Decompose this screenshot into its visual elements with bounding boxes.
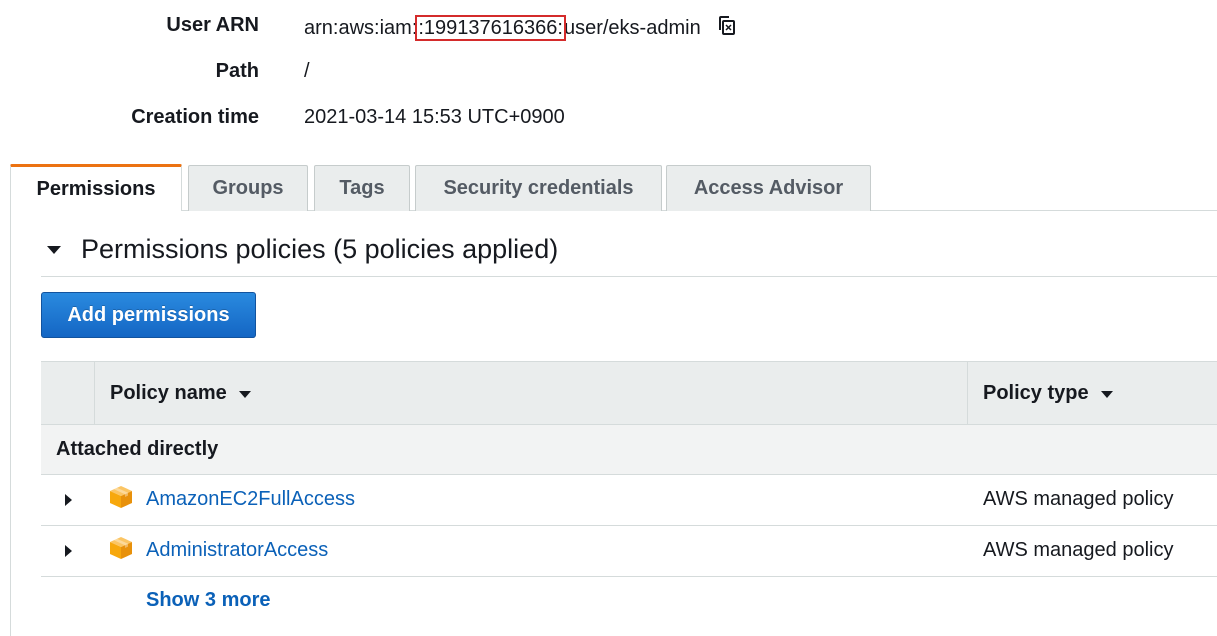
table-header: Policy name Policy type	[41, 361, 1217, 425]
creation-time-row: Creation time 2021-03-14 15:53 UTC+0900	[0, 106, 1217, 136]
aws-policy-box-icon	[108, 535, 134, 561]
policy-link[interactable]: AdministratorAccess	[146, 539, 328, 562]
account-id-highlight: :199137616366:	[415, 15, 566, 41]
copy-icon[interactable]	[715, 14, 739, 38]
creation-time-label: Creation time	[131, 106, 259, 128]
column-header-policy-name[interactable]: Policy name	[110, 362, 251, 424]
column-label: Policy name	[110, 381, 227, 404]
tab-tags[interactable]: Tags	[314, 165, 410, 211]
policy-type: AWS managed policy	[983, 539, 1174, 561]
panel-border	[10, 211, 11, 636]
sort-caret-icon	[1100, 391, 1113, 398]
aws-policy-box-icon	[108, 484, 134, 510]
creation-time-value: 2021-03-14 15:53 UTC+0900	[304, 106, 565, 128]
column-label: Policy type	[983, 381, 1089, 404]
user-arn-label: User ARN	[166, 14, 259, 36]
user-arn-prefix: arn:aws:iam:	[304, 17, 418, 39]
user-arn-value: arn:aws:iam::199137616366:user/eks-admin	[304, 14, 739, 41]
tab-bar: Permissions Groups Tags Security credent…	[10, 164, 1217, 211]
group-row-attached-directly: Attached directly	[41, 425, 1217, 475]
user-arn-row: User ARN arn:aws:iam::199137616366:user/…	[0, 14, 1217, 44]
table-row: AdministratorAccess AWS managed policy	[41, 526, 1217, 577]
sort-caret-icon	[238, 391, 251, 398]
tab-groups[interactable]: Groups	[188, 165, 308, 211]
section-title: Permissions policies (5 policies applied…	[81, 234, 559, 264]
policies-table: Policy name Policy type Attached directl…	[41, 361, 1217, 611]
add-permissions-button[interactable]: Add permissions	[41, 292, 256, 338]
expand-row-icon[interactable]	[65, 545, 72, 557]
policy-link[interactable]: AmazonEC2FullAccess	[146, 488, 355, 511]
table-row: AmazonEC2FullAccess AWS managed policy	[41, 475, 1217, 526]
tab-security-credentials[interactable]: Security credentials	[415, 165, 662, 211]
header-divider	[967, 362, 968, 424]
path-label: Path	[215, 60, 259, 82]
path-value: /	[304, 60, 310, 82]
tab-permissions[interactable]: Permissions	[10, 164, 182, 211]
path-row: Path /	[0, 60, 1217, 90]
column-header-policy-type[interactable]: Policy type	[983, 362, 1113, 424]
tab-access-advisor[interactable]: Access Advisor	[666, 165, 871, 211]
collapse-caret-icon[interactable]	[47, 245, 61, 254]
expand-row-icon[interactable]	[65, 494, 72, 506]
permissions-policies-header[interactable]: Permissions policies (5 policies applied…	[41, 234, 558, 265]
section-divider	[41, 276, 1217, 277]
show-more-link[interactable]: Show 3 more	[146, 589, 270, 612]
policy-type: AWS managed policy	[983, 488, 1174, 510]
header-divider	[94, 362, 95, 424]
user-arn-suffix: user/eks-admin	[563, 17, 701, 39]
